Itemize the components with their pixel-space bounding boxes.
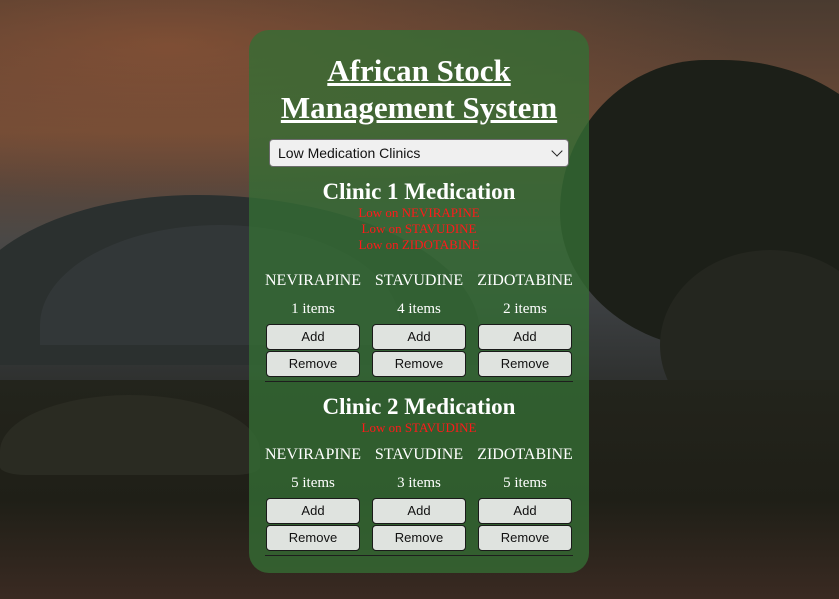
medication-name: ZIDOTABINE <box>477 446 573 463</box>
clinic-title: Clinic 1 Medication <box>322 179 516 204</box>
medication-name: NEVIRAPINE <box>265 272 361 289</box>
low-stock-alert: Low on STAVUDINE <box>361 420 477 435</box>
remove-button[interactable]: Remove <box>372 351 466 377</box>
remove-button[interactable]: Remove <box>478 525 572 551</box>
remove-button[interactable]: Remove <box>372 525 466 551</box>
medication-column-zidotabine: ZIDOTABINE 5 items Add Remove <box>476 446 574 551</box>
medication-count: 5 items <box>291 475 335 491</box>
section-divider <box>265 381 573 382</box>
low-stock-alert: Low on ZIDOTABINE <box>358 237 480 252</box>
medication-name: STAVUDINE <box>374 272 464 289</box>
page-title: African Stock Management System <box>280 53 558 125</box>
add-button[interactable]: Add <box>372 498 466 524</box>
medication-count: 2 items <box>503 301 547 317</box>
stock-panel: African Stock Management System Low Medi… <box>249 30 589 573</box>
medication-column-stavudine: STAVUDINE 3 items Add Remove <box>370 446 468 551</box>
view-select-value: Low Medication Clinics <box>278 145 421 161</box>
medication-column-zidotabine: ZIDOTABINE 2 items Add Remove <box>476 272 574 377</box>
medication-column-nevirapine: NEVIRAPINE 1 items Add Remove <box>264 272 362 377</box>
low-stock-alert: Low on STAVUDINE <box>361 221 477 236</box>
medication-count: 5 items <box>503 475 547 491</box>
add-button[interactable]: Add <box>266 498 360 524</box>
chevron-down-icon <box>551 145 563 157</box>
add-button[interactable]: Add <box>266 324 360 350</box>
add-button[interactable]: Add <box>478 498 572 524</box>
medication-name: STAVUDINE <box>374 446 464 463</box>
view-select[interactable]: Low Medication Clinics <box>269 139 569 167</box>
medication-count: 1 items <box>291 301 335 317</box>
remove-button[interactable]: Remove <box>478 351 572 377</box>
medication-column-nevirapine: NEVIRAPINE 5 items Add Remove <box>264 446 362 551</box>
clinic-section-2: Clinic 2 Medication Low on STAVUDINE NEV… <box>265 394 573 556</box>
section-divider <box>265 555 573 556</box>
medication-grid: NEVIRAPINE 1 items Add Remove STAVUDINE … <box>265 272 573 377</box>
clinic-title: Clinic 2 Medication <box>322 394 516 419</box>
remove-button[interactable]: Remove <box>266 525 360 551</box>
medication-name: ZIDOTABINE <box>477 272 573 289</box>
low-stock-alert: Low on NEVIRAPINE <box>358 205 480 220</box>
medication-column-stavudine: STAVUDINE 4 items Add Remove <box>370 272 468 377</box>
view-select-wrapper: Low Medication Clinics <box>269 139 569 167</box>
medication-name: NEVIRAPINE <box>265 446 361 463</box>
add-button[interactable]: Add <box>372 324 466 350</box>
clinic-section-1: Clinic 1 Medication Low on NEVIRAPINE Lo… <box>265 179 573 382</box>
medication-count: 3 items <box>397 475 441 491</box>
medication-grid: NEVIRAPINE 5 items Add Remove STAVUDINE … <box>265 446 573 551</box>
medication-count: 4 items <box>397 301 441 317</box>
remove-button[interactable]: Remove <box>266 351 360 377</box>
add-button[interactable]: Add <box>478 324 572 350</box>
